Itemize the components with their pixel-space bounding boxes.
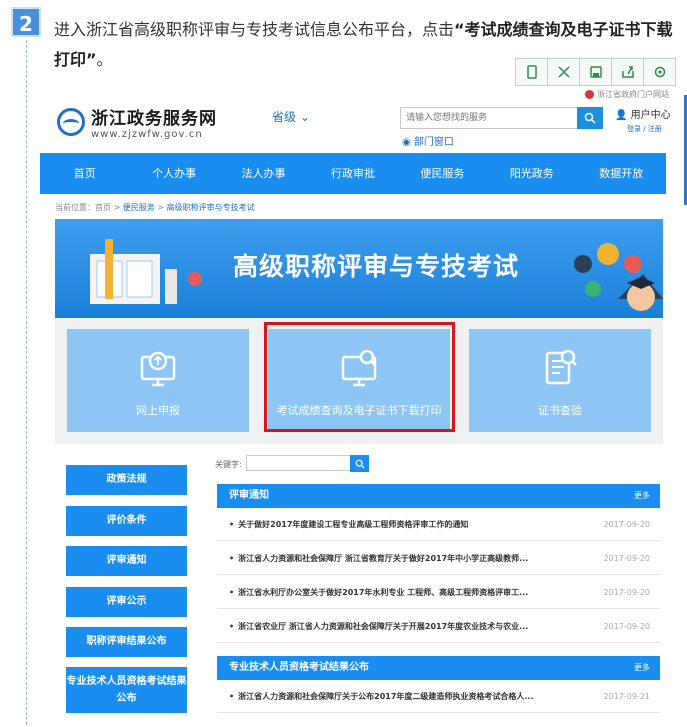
list-item[interactable]: • 关于做好2017年度建设工程专业高级工程师资格评审工作的通知 2017-09-… [217, 508, 660, 541]
sidebar-policy[interactable]: 政策法规 [66, 465, 187, 495]
keyword-search-button[interactable] [350, 455, 369, 472]
expand-icon[interactable] [547, 58, 580, 86]
instruction-suffix: 。 [96, 50, 113, 69]
login-register-link[interactable]: 登录 / 注册 [627, 124, 671, 134]
bullet-icon: • [229, 692, 235, 701]
section-more-link[interactable]: 更多 [634, 484, 650, 508]
bullet-icon: • [229, 588, 235, 597]
section-header-review-notice: 评审通知 更多 [217, 484, 660, 508]
sidebar-review-notice[interactable]: 评审通知 [66, 546, 187, 576]
breadcrumb-service[interactable]: 便民服务 [123, 203, 155, 212]
list-item[interactable]: • 浙江省人力资源和社会保障厅 浙江省教育厅关于做好2017年中小学正高级教师..… [217, 542, 660, 575]
nav-open-gov[interactable]: 阳光政务 [487, 153, 576, 194]
nav-home[interactable]: 首页 [40, 153, 129, 194]
user-center-label: 用户中心 [630, 110, 671, 121]
floating-toolbar [515, 58, 679, 86]
highlight-annotation-box [264, 322, 455, 432]
logo-url: www.zjzwfw.gov.cn [91, 129, 203, 140]
step-guide-line [26, 40, 27, 727]
breadcrumb-current: 高级职称评审与专技考试 [166, 203, 255, 212]
list-item-date: 2017-09-20 [603, 588, 651, 597]
settings-icon[interactable] [643, 58, 676, 86]
breadcrumb-prefix: 当前位置： [55, 203, 95, 212]
national-emblem-icon [585, 90, 594, 99]
province-label: 省级 [272, 110, 297, 124]
list-item-date: 2017-09-20 [603, 622, 651, 631]
banner-illustration-right [574, 243, 663, 311]
copy-icon[interactable] [515, 58, 548, 86]
keyword-label: 关键字: [215, 460, 242, 469]
quick-link-label: 网上申报 [136, 404, 180, 417]
nav-personal[interactable]: 个人办事 [129, 153, 218, 194]
banner-illustration-left [90, 239, 202, 304]
search-icon [584, 112, 596, 124]
main-nav: 首页 个人办事 法人办事 行政审批 便民服务 阳光政务 数据开放 [40, 153, 666, 194]
user-icon: 👤 [615, 110, 628, 121]
list-item-title[interactable]: 浙江省人力资源和社会保障厅 浙江省教育厅关于做好2017年中小学正高级教师... [238, 554, 528, 563]
list-item-title[interactable]: 浙江省水利厅办公室关于做好2017年水利专业 工程师、高级工程师资格评审工... [238, 588, 528, 597]
search-input[interactable] [400, 107, 578, 129]
banner-title: 高级职称评审与专技考试 [233, 252, 520, 281]
sidebar-review-results[interactable]: 职称评审结果公布 [66, 627, 187, 657]
portal-note-text: 浙江省政府门户网站 [597, 90, 669, 99]
save-icon[interactable] [579, 58, 612, 86]
nav-convenience[interactable]: 便民服务 [398, 153, 487, 194]
section-title: 评审通知 [229, 490, 269, 501]
list-item-title[interactable]: 浙江省农业厅 浙江省人力资源和社会保障厅关于开展2017年度农业技术与农业... [238, 622, 528, 631]
sidebar-exam-results[interactable]: 专业技术人员资格考试结果公布 [66, 667, 187, 713]
section-header-exam-results: 专业技术人员资格考试结果公布 更多 [217, 656, 660, 680]
share-icon[interactable] [611, 58, 644, 86]
document-search-icon [545, 349, 577, 385]
section-more-link[interactable]: 更多 [634, 656, 650, 680]
nav-approval[interactable]: 行政审批 [308, 153, 397, 194]
chevron-down-icon: ⌄ [299, 110, 310, 124]
bullet-icon: • [229, 622, 235, 631]
breadcrumb-separator: > [111, 203, 123, 212]
breadcrumb-separator: > [154, 203, 167, 212]
quick-link-online-apply[interactable]: 网上申报 [67, 329, 249, 432]
step-number-badge: 2 [11, 7, 41, 37]
logo-title: 浙江政务服务网 [91, 109, 217, 129]
dept-window-label: 部门窗口 [413, 137, 454, 148]
sidebar-review-publicity[interactable]: 评审公示 [66, 587, 187, 617]
monitor-upload-icon [140, 351, 176, 387]
search-icon [355, 459, 365, 469]
breadcrumb: 当前位置：首页 > 便民服务 > 高级职称评审与专技考试 [55, 202, 255, 213]
list-item[interactable]: • 浙江省人力资源和社会保障厅关于公布2017年度二级建造师执业资格考试合格人..… [217, 680, 660, 713]
bullet-icon: • [229, 520, 235, 529]
page-banner: 高级职称评审与专技考试 [55, 219, 663, 319]
list-item[interactable]: • 浙江省水利厅办公室关于做好2017年水利专业 工程师、高级工程师资格评审工..… [217, 576, 660, 609]
portal-note: 浙江省政府门户网站 [585, 89, 669, 100]
list-item-title[interactable]: 关于做好2017年度建设工程专业高级工程师资格评审工作的通知 [238, 520, 468, 529]
section-title: 专业技术人员资格考试结果公布 [229, 662, 369, 673]
user-center[interactable]: 👤 用户中心 登录 / 注册 [615, 106, 671, 134]
dept-window-link[interactable]: ◉ 部门窗口 [402, 133, 454, 148]
instruction-prefix: 进入浙江省高级职称评审与专技考试信息公布平台，点击 [54, 20, 455, 39]
site-logo[interactable]: 浙江政务服务网 www.zjzwfw.gov.cn [57, 104, 217, 140]
province-selector[interactable]: 省级 ⌄ [272, 108, 310, 125]
bullet-icon: • [229, 554, 235, 563]
sidebar-criteria[interactable]: 评价条件 [66, 506, 187, 536]
list-item-date: 2017-09-21 [603, 692, 651, 701]
quick-link-label: 证书查验 [538, 404, 582, 417]
breadcrumb-home[interactable]: 首页 [95, 203, 111, 212]
search-button[interactable] [577, 107, 603, 129]
list-item-date: 2017-09-20 [603, 554, 651, 563]
location-pin-icon: ◉ [402, 137, 411, 148]
nav-corporate[interactable]: 法人办事 [219, 153, 308, 194]
nav-open-data[interactable]: 数据开放 [577, 153, 666, 194]
quick-link-certificate-check[interactable]: 证书查验 [469, 329, 651, 432]
list-item-date: 2017-09-20 [603, 520, 651, 529]
list-item[interactable]: • 浙江省农业厅 浙江省人力资源和社会保障厅关于开展2017年度农业技术与农业..… [217, 610, 660, 643]
keyword-input[interactable] [246, 455, 352, 471]
list-item-title[interactable]: 浙江省人力资源和社会保障厅关于公布2017年度二级建造师执业资格考试合格人... [238, 692, 533, 701]
logo-mark-icon [57, 108, 85, 136]
